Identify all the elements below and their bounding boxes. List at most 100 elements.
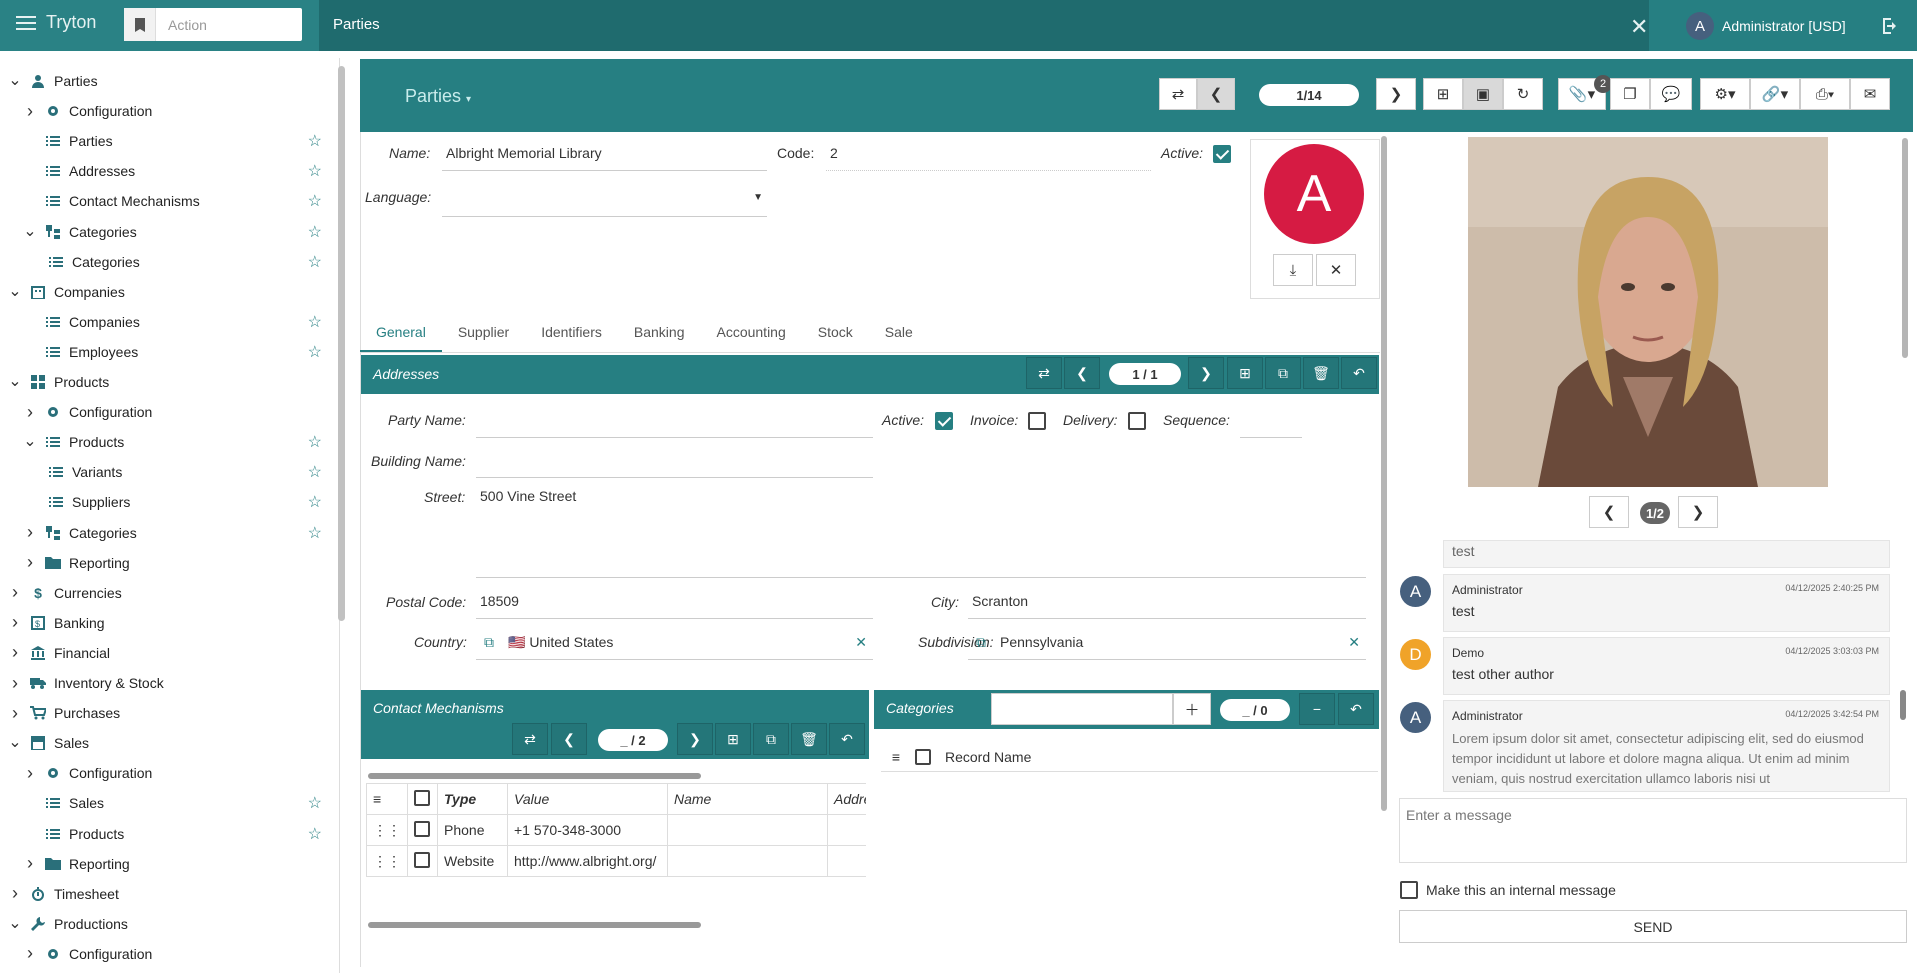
internal-message-option[interactable]: Make this an internal message (1400, 881, 1616, 899)
column-address[interactable]: Addre (827, 783, 866, 815)
messages-scrollbar[interactable] (1900, 690, 1906, 720)
contacts-new-button[interactable]: ⊞ (715, 723, 751, 755)
column-menu-icon[interactable]: ≡ (366, 783, 408, 815)
drag-handle-icon[interactable]: ⋮⋮ (366, 814, 408, 846)
action-search[interactable]: Action (124, 8, 302, 41)
message-input[interactable]: Enter a message (1399, 798, 1907, 863)
addresses-undo-button[interactable]: ↶ (1341, 357, 1377, 389)
reload-button[interactable]: ↻ (1503, 78, 1543, 110)
chat-button[interactable]: 💬 (1650, 78, 1692, 110)
contacts-delete-button[interactable]: 🗑 (791, 723, 827, 755)
categories-undo-button[interactable]: ↶ (1338, 693, 1374, 725)
clear-subdivision-icon[interactable]: ✕ (1348, 634, 1360, 651)
column-type[interactable]: Type (437, 783, 508, 815)
sidebar-item-timesheet[interactable]: › Timesheet (8, 879, 330, 909)
tab-stock[interactable]: Stock (802, 311, 869, 352)
sidebar-item-sales[interactable]: ⌄ Sales (8, 728, 330, 758)
address-active-checkbox[interactable] (935, 412, 953, 430)
email-button[interactable]: ✉ (1850, 78, 1890, 110)
sidebar-item-categories[interactable]: › Categories ☆ (23, 518, 330, 548)
subdivision-field[interactable]: ⧉ Pennsylvania ✕ (968, 628, 1366, 660)
tab-general[interactable]: General (360, 311, 442, 352)
sidebar-item-parties[interactable]: Parties ☆ (23, 126, 330, 156)
star-icon[interactable]: ☆ (308, 252, 322, 272)
sidebar-item-products[interactable]: Products ☆ (23, 819, 330, 849)
image-scrollbar[interactable] (1902, 138, 1908, 358)
party-name-field[interactable] (476, 406, 873, 438)
form-scrollbar[interactable] (1381, 136, 1387, 811)
sidebar-item-products[interactable]: ⌄ Products (8, 367, 330, 397)
chevron-right-icon[interactable]: › (23, 552, 37, 573)
street-field[interactable]: 500 Vine Street (476, 482, 1366, 578)
sidebar-item-configuration[interactable]: › Configuration (23, 939, 330, 969)
user-menu[interactable]: A Administrator [USD] (1686, 12, 1846, 40)
chevron-right-icon[interactable]: › (8, 883, 22, 904)
chevron-right-icon[interactable]: › (8, 673, 22, 694)
contacts-hscroll-top[interactable] (368, 773, 701, 779)
copy-button[interactable]: ❐ (1610, 78, 1650, 110)
sidebar-item-products[interactable]: ⌄ Products ☆ (23, 427, 330, 457)
chevron-right-icon[interactable]: › (23, 402, 37, 423)
next-image-button[interactable]: ❯ (1678, 496, 1718, 528)
sidebar-item-companies[interactable]: Companies ☆ (23, 307, 330, 337)
country-field[interactable]: ⧉ 🇺🇸 United States ✕ (476, 628, 873, 660)
star-icon[interactable]: ☆ (308, 312, 322, 332)
star-icon[interactable]: ☆ (308, 222, 322, 242)
sidebar-item-purchases[interactable]: › Purchases (8, 698, 330, 728)
city-field[interactable]: Scranton (968, 587, 1366, 619)
sidebar-scrollbar[interactable] (338, 66, 345, 621)
contacts-previous-button[interactable]: ❮ (551, 723, 587, 755)
clear-country-icon[interactable]: ✕ (855, 634, 867, 651)
tab-supplier[interactable]: Supplier (442, 311, 525, 352)
sidebar-item-categories[interactable]: ⌄ Categories ☆ (23, 217, 330, 247)
column-name[interactable]: Name (667, 783, 828, 815)
tab-accounting[interactable]: Accounting (700, 311, 801, 352)
column-menu-icon[interactable]: ≡ (881, 749, 911, 765)
addresses-open-button[interactable]: ⧉ (1265, 357, 1301, 389)
addresses-delete-button[interactable]: 🗑 (1303, 357, 1339, 389)
chevron-right-icon[interactable]: › (23, 853, 37, 874)
star-icon[interactable]: ☆ (308, 191, 322, 211)
chevron-down-icon[interactable]: ⌄ (23, 223, 37, 239)
column-record-name[interactable]: Record Name (945, 749, 1031, 765)
open-link-icon[interactable]: ⧉ (484, 634, 494, 651)
categories-search-input[interactable] (991, 693, 1173, 725)
chevron-right-icon[interactable]: › (8, 642, 22, 663)
delivery-checkbox[interactable] (1128, 412, 1146, 430)
sidebar-item-sales[interactable]: Sales ☆ (23, 788, 330, 818)
column-value[interactable]: Value (507, 783, 668, 815)
sidebar-item-suppliers[interactable]: Suppliers ☆ (40, 487, 330, 517)
logout-icon[interactable] (1880, 16, 1900, 36)
sidebar-item-reporting[interactable]: › Reporting (23, 548, 330, 578)
row-checkbox[interactable] (407, 814, 438, 846)
internal-message-checkbox[interactable] (1400, 881, 1418, 899)
star-icon[interactable]: ☆ (308, 161, 322, 181)
select-all-checkbox[interactable] (407, 783, 438, 815)
invoice-checkbox[interactable] (1028, 412, 1046, 430)
sidebar-item-banking[interactable]: › $ Banking (8, 608, 330, 638)
star-icon[interactable]: ☆ (308, 342, 322, 362)
save-button[interactable]: ▣ (1463, 78, 1503, 110)
chevron-right-icon[interactable]: › (8, 582, 22, 603)
star-icon[interactable]: ☆ (308, 793, 322, 813)
tab-title[interactable]: Parties (333, 16, 380, 33)
sidebar-item-contact-mechanisms[interactable]: Contact Mechanisms ☆ (23, 186, 330, 216)
sidebar-item-addresses[interactable]: Addresses ☆ (23, 156, 330, 186)
previous-image-button[interactable]: ❮ (1589, 496, 1629, 528)
categories-remove-button[interactable]: − (1299, 693, 1335, 725)
relate-button[interactable]: 🔗▾ (1750, 78, 1800, 110)
star-icon[interactable]: ☆ (308, 131, 322, 151)
chevron-right-icon[interactable]: › (8, 612, 22, 633)
sidebar-item-currencies[interactable]: › $ Currencies (8, 578, 330, 608)
open-link-icon[interactable]: ⧉ (976, 634, 986, 651)
close-tab-icon[interactable]: ✕ (1630, 14, 1648, 40)
table-row[interactable]: ⋮⋮ Phone +1 570-348-3000 (366, 814, 866, 846)
sidebar-item-variants[interactable]: Variants ☆ (40, 457, 330, 487)
chevron-down-icon[interactable]: ⌄ (8, 73, 22, 89)
sidebar-item-reporting[interactable]: › Reporting (23, 849, 330, 879)
tab-sale[interactable]: Sale (869, 311, 929, 352)
contacts-open-button[interactable]: ⧉ (753, 723, 789, 755)
tab-banking[interactable]: Banking (618, 311, 701, 352)
chevron-right-icon[interactable]: › (8, 703, 22, 724)
contacts-next-button[interactable]: ❯ (677, 723, 713, 755)
